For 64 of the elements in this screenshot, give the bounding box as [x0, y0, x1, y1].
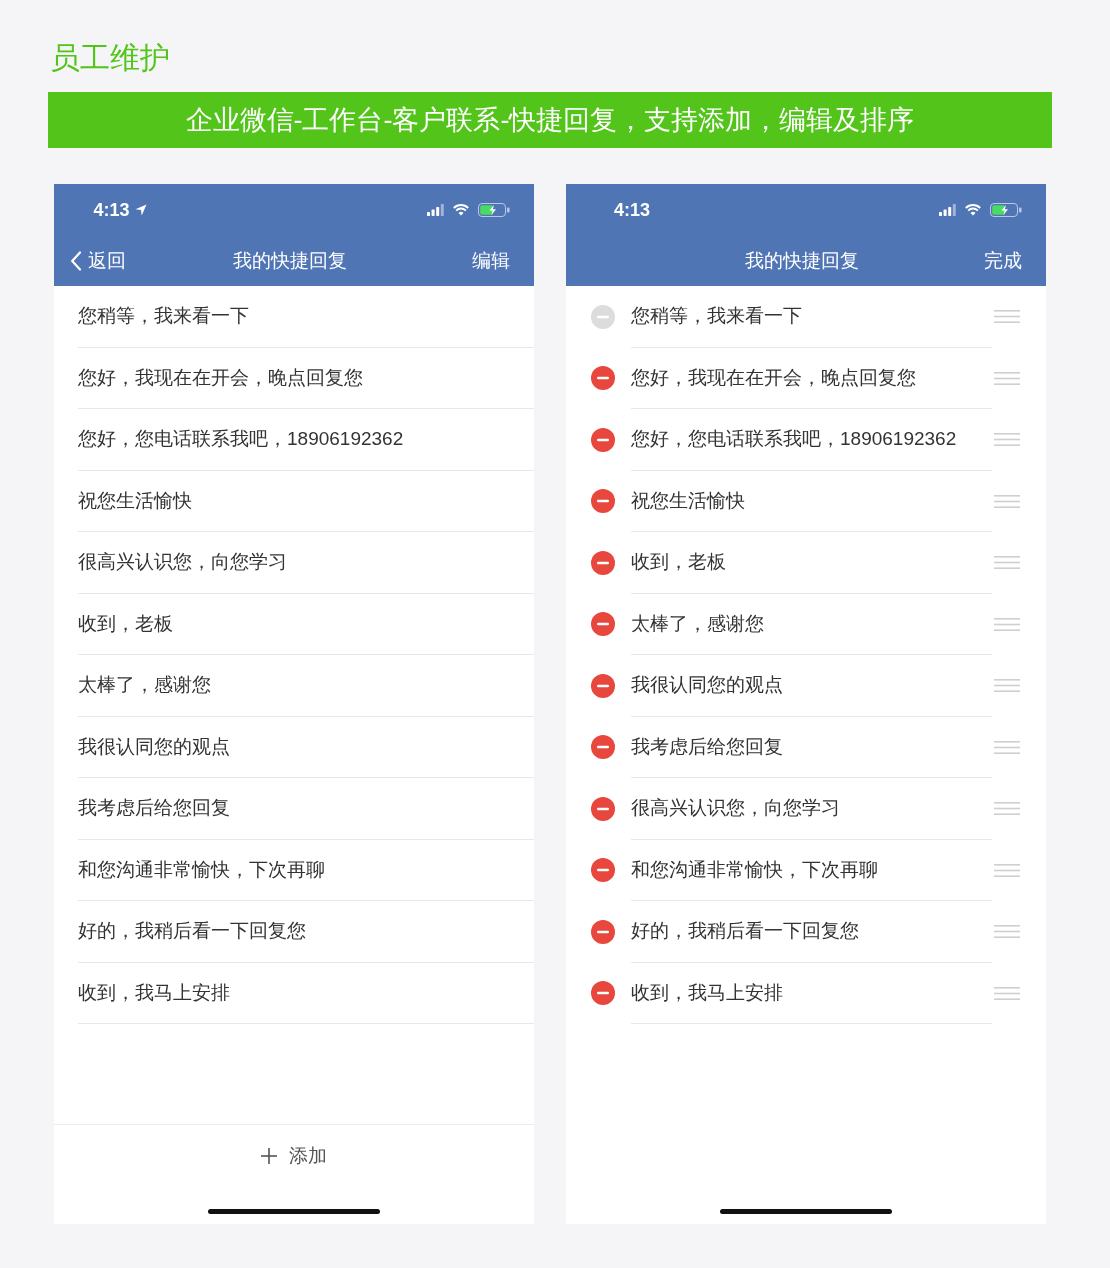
- quick-reply-item[interactable]: 我考虑后给您回复: [78, 778, 534, 840]
- quick-reply-item[interactable]: 收到，老板: [78, 593, 534, 655]
- quick-reply-item[interactable]: 好的，我稍后看一下回复您: [631, 901, 992, 963]
- edit-button[interactable]: 编辑: [472, 248, 510, 274]
- quick-reply-item[interactable]: 您好，您电话联系我吧，18906192362: [631, 409, 992, 471]
- quick-reply-item[interactable]: 收到，我马上安排: [78, 962, 534, 1024]
- drag-handle-icon[interactable]: [994, 863, 1020, 877]
- quick-reply-item[interactable]: 您好，我现在在开会，晚点回复您: [78, 347, 534, 409]
- battery-icon: [990, 203, 1022, 217]
- delete-icon[interactable]: [591, 366, 615, 391]
- add-button[interactable]: 添加: [259, 1138, 329, 1173]
- delete-icon[interactable]: [591, 735, 615, 760]
- drag-handle-icon[interactable]: [994, 679, 1020, 693]
- quick-reply-item[interactable]: 祝您生活愉快: [78, 470, 534, 532]
- banner: 企业微信-工作台-客户联系-快捷回复，支持添加，编辑及排序: [48, 92, 1052, 148]
- back-button[interactable]: 返回: [70, 248, 126, 274]
- quick-reply-item[interactable]: 我很认同您的观点: [78, 716, 534, 778]
- delete-icon[interactable]: [591, 858, 615, 883]
- delete-icon[interactable]: [591, 981, 615, 1006]
- delete-icon[interactable]: [591, 489, 615, 514]
- nav-title: 我的快捷回复: [233, 249, 347, 273]
- delete-icon[interactable]: [591, 919, 615, 944]
- battery-icon: [478, 203, 510, 217]
- quick-reply-item[interactable]: 您好，您电话联系我吧，18906192362: [78, 409, 534, 471]
- drag-handle-icon[interactable]: [994, 556, 1020, 570]
- nav-title: 我的快捷回复: [745, 249, 859, 273]
- drag-handle-icon[interactable]: [994, 986, 1020, 1000]
- delete-icon[interactable]: [591, 796, 615, 821]
- wifi-icon: [965, 204, 981, 216]
- plus-icon: [261, 1147, 277, 1164]
- drag-handle-icon[interactable]: [994, 371, 1020, 385]
- drag-handle-icon[interactable]: [994, 433, 1020, 447]
- status-time: 4:13: [93, 199, 130, 221]
- drag-handle-icon[interactable]: [994, 802, 1020, 816]
- drag-handle-icon[interactable]: [994, 925, 1020, 939]
- delete-icon[interactable]: [591, 673, 615, 698]
- chevron-left-icon: [70, 251, 82, 271]
- quick-reply-item[interactable]: 我考虑后给您回复: [631, 716, 992, 778]
- wifi-icon: [453, 204, 469, 216]
- drag-handle-icon[interactable]: [994, 494, 1020, 508]
- quick-reply-item[interactable]: 很高兴认识您，向您学习: [631, 778, 992, 840]
- signal-icon: [939, 204, 956, 216]
- delete-icon[interactable]: [591, 550, 615, 575]
- signal-icon: [427, 204, 444, 216]
- quick-reply-item[interactable]: 太棒了，感谢您: [78, 655, 534, 717]
- drag-handle-icon[interactable]: [994, 740, 1020, 754]
- quick-reply-item[interactable]: 收到，老板: [631, 532, 992, 594]
- done-button[interactable]: 完成: [984, 248, 1022, 274]
- quick-reply-item[interactable]: 好的，我稍后看一下回复您: [78, 901, 534, 963]
- quick-reply-item[interactable]: 太棒了，感谢您: [631, 593, 992, 655]
- quick-reply-item[interactable]: 您好，我现在在开会，晚点回复您: [631, 347, 992, 409]
- quick-reply-item[interactable]: 收到，我马上安排: [631, 962, 992, 1024]
- drag-handle-icon[interactable]: [994, 310, 1020, 324]
- page-title: 员工维护: [49, 40, 171, 76]
- quick-reply-item[interactable]: 和您沟通非常愉快，下次再聊: [631, 839, 992, 901]
- status-time: 4:13: [614, 199, 650, 221]
- quick-reply-item[interactable]: 和您沟通非常愉快，下次再聊: [78, 839, 534, 901]
- delete-icon[interactable]: [591, 427, 615, 452]
- quick-reply-item[interactable]: 我很认同您的观点: [631, 655, 992, 717]
- drag-handle-icon[interactable]: [994, 617, 1020, 631]
- delete-icon[interactable]: [591, 612, 615, 637]
- quick-reply-item[interactable]: 祝您生活愉快: [631, 470, 992, 532]
- quick-reply-item[interactable]: 您稍等，我来看一下: [78, 286, 534, 348]
- quick-reply-item[interactable]: 很高兴认识您，向您学习: [78, 532, 534, 594]
